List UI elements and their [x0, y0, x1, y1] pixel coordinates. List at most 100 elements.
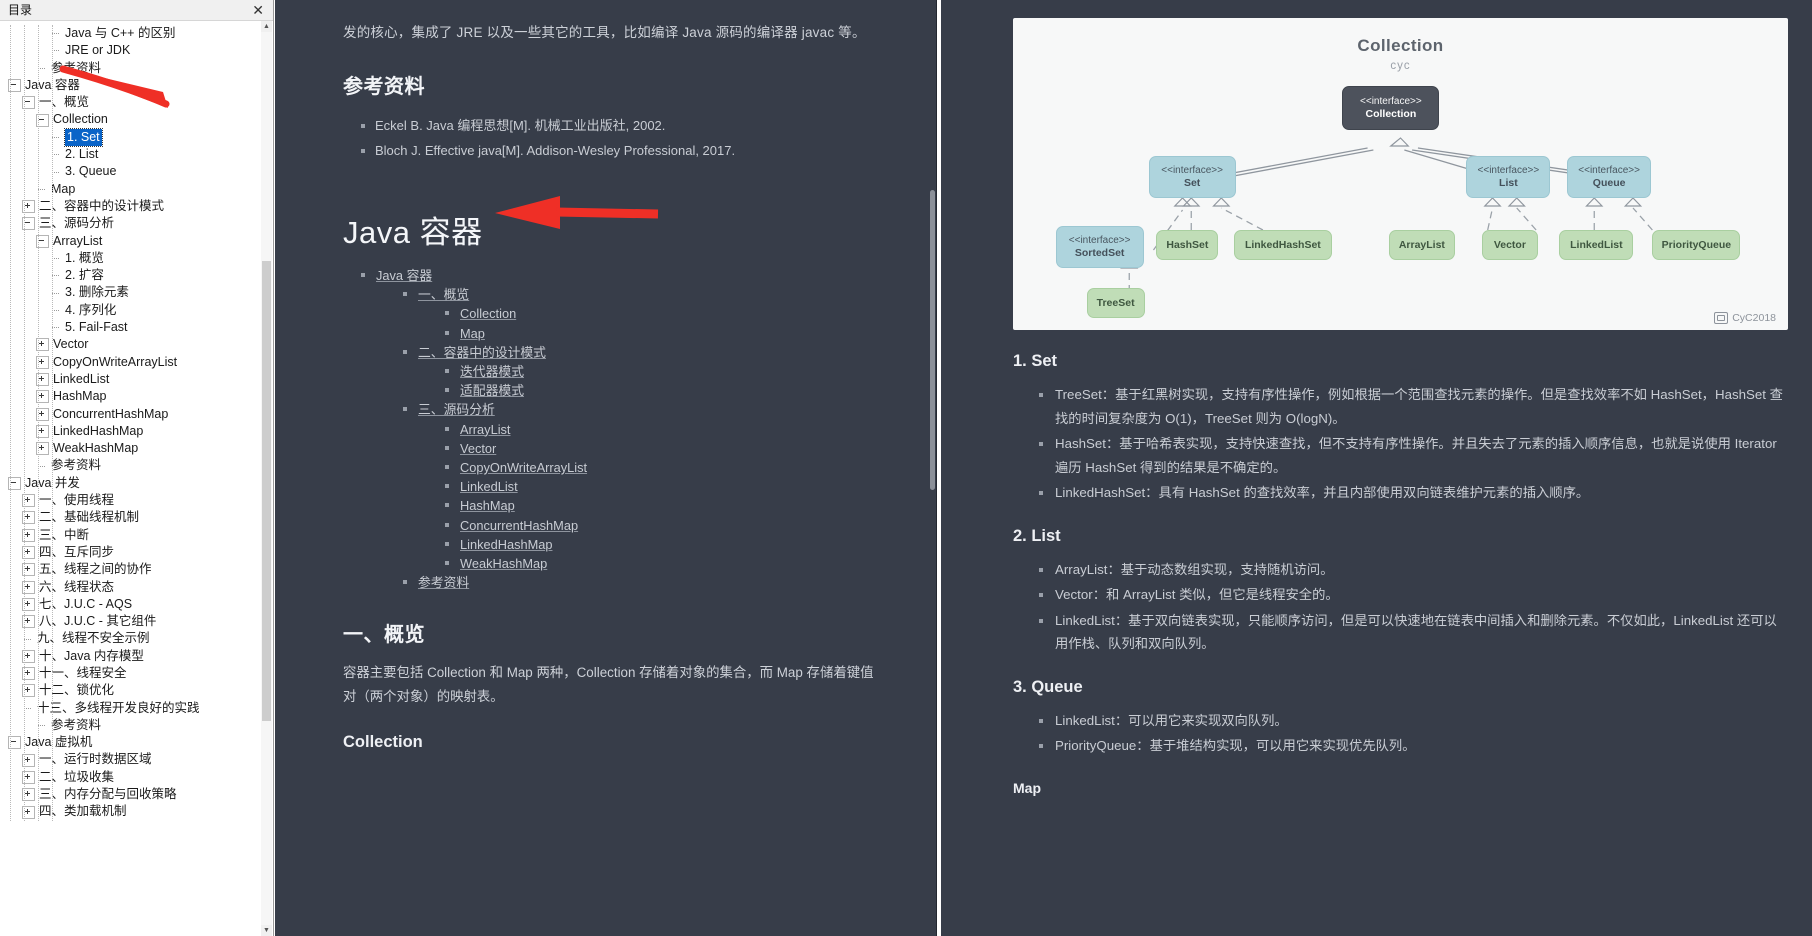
toc-node[interactable]: Map — [0, 181, 273, 198]
toc-link[interactable]: 迭代器模式 — [460, 364, 524, 379]
toc-node[interactable]: 二、容器中的设计模式 — [0, 198, 273, 215]
toc-node[interactable]: 3. 删除元素 — [0, 284, 273, 301]
toc-node[interactable]: 五、线程之间的协作 — [0, 561, 273, 578]
toc-node[interactable]: 参考资料 — [0, 717, 273, 734]
toc-link[interactable]: CopyOnWriteArrayList — [460, 460, 587, 475]
toc-node[interactable]: 1. 概览 — [0, 250, 273, 267]
toc-node[interactable]: CopyOnWriteArrayList — [0, 354, 273, 371]
toc-node-label: 1. 概览 — [65, 250, 104, 265]
toc-link[interactable]: Map — [460, 326, 485, 341]
middle-scroll-thumb[interactable] — [930, 190, 935, 490]
toc-node[interactable]: LinkedHashMap — [0, 423, 273, 440]
toc-node[interactable]: 三、内存分配与回收策略 — [0, 786, 273, 803]
toc-node[interactable]: 2. 扩容 — [0, 267, 273, 284]
toc-node[interactable]: 1. Set — [0, 127, 273, 148]
toc-list-item: 参考资料 — [403, 573, 874, 592]
toc-node-label: JRE or JDK — [65, 43, 131, 58]
toc-link[interactable]: HashMap — [460, 498, 515, 513]
toc-node[interactable]: 三、中断 — [0, 527, 273, 544]
toc-node-label: 4. 序列化 — [65, 302, 117, 317]
middle-scrollbar[interactable] — [929, 0, 936, 936]
toc-level-2: Collection Map — [418, 304, 874, 342]
toc-node-label: 1. Set — [64, 127, 103, 148]
toc-node[interactable]: 二、垃圾收集 — [0, 769, 273, 786]
toc-node[interactable]: Java 容器 — [0, 77, 273, 94]
uml-node-queue: <<interface>> Queue — [1567, 156, 1652, 198]
toc-node[interactable]: 一、使用线程 — [0, 492, 273, 509]
toc-node-label: Java 虚拟机 — [25, 735, 93, 750]
scroll-up-icon[interactable]: ▲ — [261, 21, 272, 32]
close-icon[interactable]: ✕ — [247, 3, 269, 17]
toc-node[interactable]: 参考资料 — [0, 60, 273, 77]
toc-node[interactable]: Java 虚拟机 — [0, 734, 273, 751]
scroll-down-icon[interactable]: ▼ — [261, 925, 272, 936]
toc-link[interactable]: Vector — [460, 441, 496, 456]
toc-node[interactable]: ConcurrentHashMap — [0, 406, 273, 423]
toc-node[interactable]: 十二、锁优化 — [0, 682, 273, 699]
toc-node[interactable]: 二、基础线程机制 — [0, 509, 273, 526]
toc-node[interactable]: 六、线程状态 — [0, 579, 273, 596]
tree-guide-line — [52, 25, 53, 821]
toc-node[interactable]: HashMap — [0, 388, 273, 405]
toc-node[interactable]: 参考资料 — [0, 457, 273, 474]
toc-node[interactable]: 八、J.U.C - 其它组件 — [0, 613, 273, 630]
toc-node-label: LinkedList — [53, 371, 110, 386]
toc-node[interactable]: 2. List — [0, 146, 273, 163]
toc-node[interactable]: 四、类加载机制 — [0, 803, 273, 820]
toc-node[interactable]: 七、J.U.C - AQS — [0, 596, 273, 613]
toc-node[interactable]: 十、Java 内存模型 — [0, 648, 273, 665]
toc-link[interactable]: 一、概览 — [418, 287, 469, 302]
toc-node-label: 5. Fail-Fast — [65, 320, 128, 335]
toc-link[interactable]: ArrayList — [460, 422, 511, 437]
toc-node[interactable]: 3. Queue — [0, 163, 273, 180]
toc-node[interactable]: Collection — [0, 111, 273, 128]
toc-node[interactable]: Java 与 C++ 的区别 — [0, 25, 273, 42]
toc-node[interactable]: 十三、多线程开发良好的实践 — [0, 700, 273, 717]
toc-node[interactable]: JRE or JDK — [0, 42, 273, 59]
toc-link[interactable]: 参考资料 — [418, 575, 469, 590]
toc-node[interactable]: 一、运行时数据区域 — [0, 751, 273, 768]
toc-link[interactable]: WeakHashMap — [460, 556, 547, 571]
toc-tree-container[interactable]: Java 与 C++ 的区别 JRE or JDK 参考资料 Java 容器 一、概览 C… — [0, 21, 273, 936]
toc-node[interactable]: ArrayList — [0, 233, 273, 250]
toc-scrollbar[interactable]: ▲ ▼ — [261, 21, 272, 936]
toc-link[interactable]: ConcurrentHashMap — [460, 518, 578, 533]
toc-node[interactable]: 三、源码分析 — [0, 215, 273, 232]
toc-node[interactable]: Java 并发 — [0, 475, 273, 492]
toc-node[interactable]: 十一、线程安全 — [0, 665, 273, 682]
toc-link[interactable]: Java 容器 — [376, 268, 432, 283]
right-document-pane[interactable]: Collection cyc <<interface>> Collection … — [941, 0, 1812, 936]
right-list-item: TreeSet：基于红黑树实现，支持有序性操作，例如根据一个范围查找元素的操作。… — [1039, 383, 1788, 430]
toc-link[interactable]: Collection — [460, 306, 516, 321]
toc-node[interactable]: 5. Fail-Fast — [0, 319, 273, 336]
figure-title: Collection — [1357, 36, 1444, 55]
toc-node[interactable]: 九、线程不安全示例 — [0, 630, 273, 647]
page-title: Java 容器 — [343, 215, 483, 250]
toc-node[interactable]: LinkedList — [0, 371, 273, 388]
toc-link[interactable]: 二、容器中的设计模式 — [418, 345, 546, 360]
toc-scroll-thumb[interactable] — [262, 261, 271, 721]
toc-node[interactable]: 4. 序列化 — [0, 302, 273, 319]
toc-node[interactable]: Vector — [0, 336, 273, 353]
toc-link[interactable]: LinkedList — [460, 479, 518, 494]
toc-link[interactable]: 适配器模式 — [460, 383, 524, 398]
toc-link[interactable]: LinkedHashMap — [460, 537, 552, 552]
middle-document-pane[interactable]: 发的核心，集成了 JRE 以及一些其它的工具，比如编译 Java 源码的编译器 … — [275, 0, 937, 936]
toc-node[interactable]: 四、互斥同步 — [0, 544, 273, 561]
toc-node[interactable]: WeakHashMap — [0, 440, 273, 457]
toc-node[interactable]: 一、概览 — [0, 94, 273, 111]
toc-link[interactable]: 三、源码分析 — [418, 402, 495, 417]
